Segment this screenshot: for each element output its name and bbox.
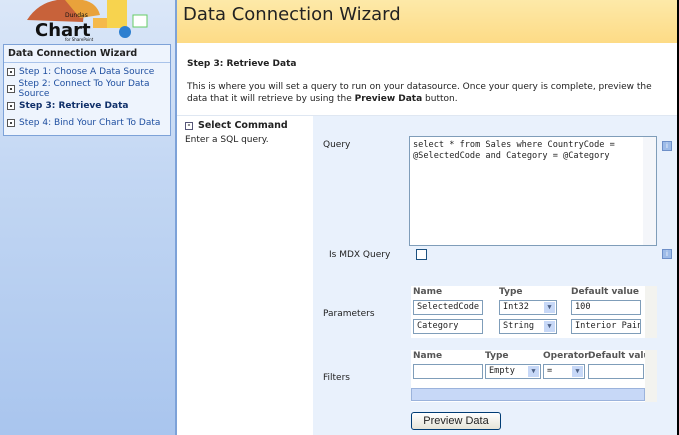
parameters-grid: Name Type Default value SelectedCode Int… [411,286,657,338]
col-header: Default value [571,287,640,297]
wizard-nav-title: Data Connection Wizard [4,45,170,63]
select-value: String [503,321,535,331]
col-header: Operator [543,351,589,361]
step-1-link[interactable]: Step 1: Choose A Data Source [4,63,170,80]
chevron-down-icon: ▼ [544,302,555,313]
bullet-icon [7,118,15,127]
section-desc: Enter a SQL query. [185,135,269,145]
param-default-input[interactable]: Interior Paint [571,319,641,334]
svg-text:for SharePoint: for SharePoint [65,37,94,42]
col-header: Type [485,351,509,361]
textarea-scrollbar[interactable] [643,137,656,245]
step-2-link[interactable]: Step 2: Connect To Your Data Source [4,78,170,99]
col-header: Name [413,287,443,297]
chevron-down-icon: ▼ [528,366,539,377]
section-header[interactable]: - Select Command [185,120,305,131]
col-header: Type [499,287,523,297]
chevron-down-icon: ▼ [572,366,583,377]
step-4-link[interactable]: Step 4: Bind Your Chart To Data [4,114,170,131]
filter-type-select[interactable]: Empty ▼ [485,364,541,379]
sidebar: Chart Dundas for SharePoint Data Connect… [0,0,175,435]
main-content: Step 3: Retrieve Data This is where you … [175,43,679,435]
query-text: select * from Sales where CountryCode = … [413,140,615,161]
horizontal-scrollbar[interactable] [411,388,645,401]
query-textarea[interactable]: select * from Sales where CountryCode = … [409,136,657,246]
step-title: Step 3: Retrieve Data [187,59,297,69]
info-icon[interactable]: i [662,249,672,259]
filter-default-input[interactable] [588,364,644,379]
section-left: - Select Command Enter a SQL query. [177,115,313,435]
filter-name-input[interactable] [413,364,483,379]
col-header: Name [413,351,443,361]
chevron-down-icon: ▼ [544,321,555,332]
step-3-link[interactable]: Step 3: Retrieve Data [4,97,170,114]
svg-text:Dundas: Dundas [65,12,88,19]
step-label: Step 4: Bind Your Chart To Data [19,117,161,128]
wizard-nav: Data Connection Wizard Step 1: Choose A … [3,44,171,136]
vertical-scrollbar[interactable] [645,286,657,338]
desc-bold: Preview Data [354,94,423,104]
filters-label: Filters [323,373,350,383]
select-value: Empty [489,366,515,376]
page-title: Data Connection Wizard [175,0,679,43]
bullet-icon [7,67,15,76]
section-title: Select Command [198,120,288,131]
collapse-icon[interactable]: - [185,121,193,130]
param-name-input[interactable]: SelectedCode [413,300,483,315]
param-default-input[interactable]: 100 [571,300,641,315]
filter-operator-select[interactable]: = ▼ [543,364,585,379]
desc-text-end: button. [422,94,458,104]
parameters-label: Parameters [323,309,375,319]
preview-data-button[interactable]: Preview Data [411,412,501,430]
step-label: Step 2: Connect To Your Data Source [18,78,150,99]
param-type-select[interactable]: String ▼ [499,319,557,334]
bullet-icon [7,101,15,110]
dundas-chart-logo: Chart Dundas for SharePoint [27,0,148,42]
param-name-input[interactable]: Category [413,319,483,334]
step-label: Step 3: Retrieve Data [19,100,129,111]
step-label: Step 1: Choose A Data Source [19,66,155,77]
filters-grid: Name Type Operator Default value Empty ▼ … [411,350,657,402]
step-description: This is where you will set a query to ru… [187,81,667,105]
query-label: Query [323,140,351,150]
mdx-label: Is MDX Query [329,250,391,260]
info-icon[interactable]: i [662,141,672,151]
section-right: Query select * from Sales where CountryC… [313,115,679,435]
select-value: = [547,366,553,376]
select-value: Int32 [503,302,529,312]
vertical-scrollbar[interactable] [645,350,657,402]
bullet-icon [7,84,15,93]
param-type-select[interactable]: Int32 ▼ [499,300,557,315]
mdx-checkbox[interactable] [416,249,427,260]
